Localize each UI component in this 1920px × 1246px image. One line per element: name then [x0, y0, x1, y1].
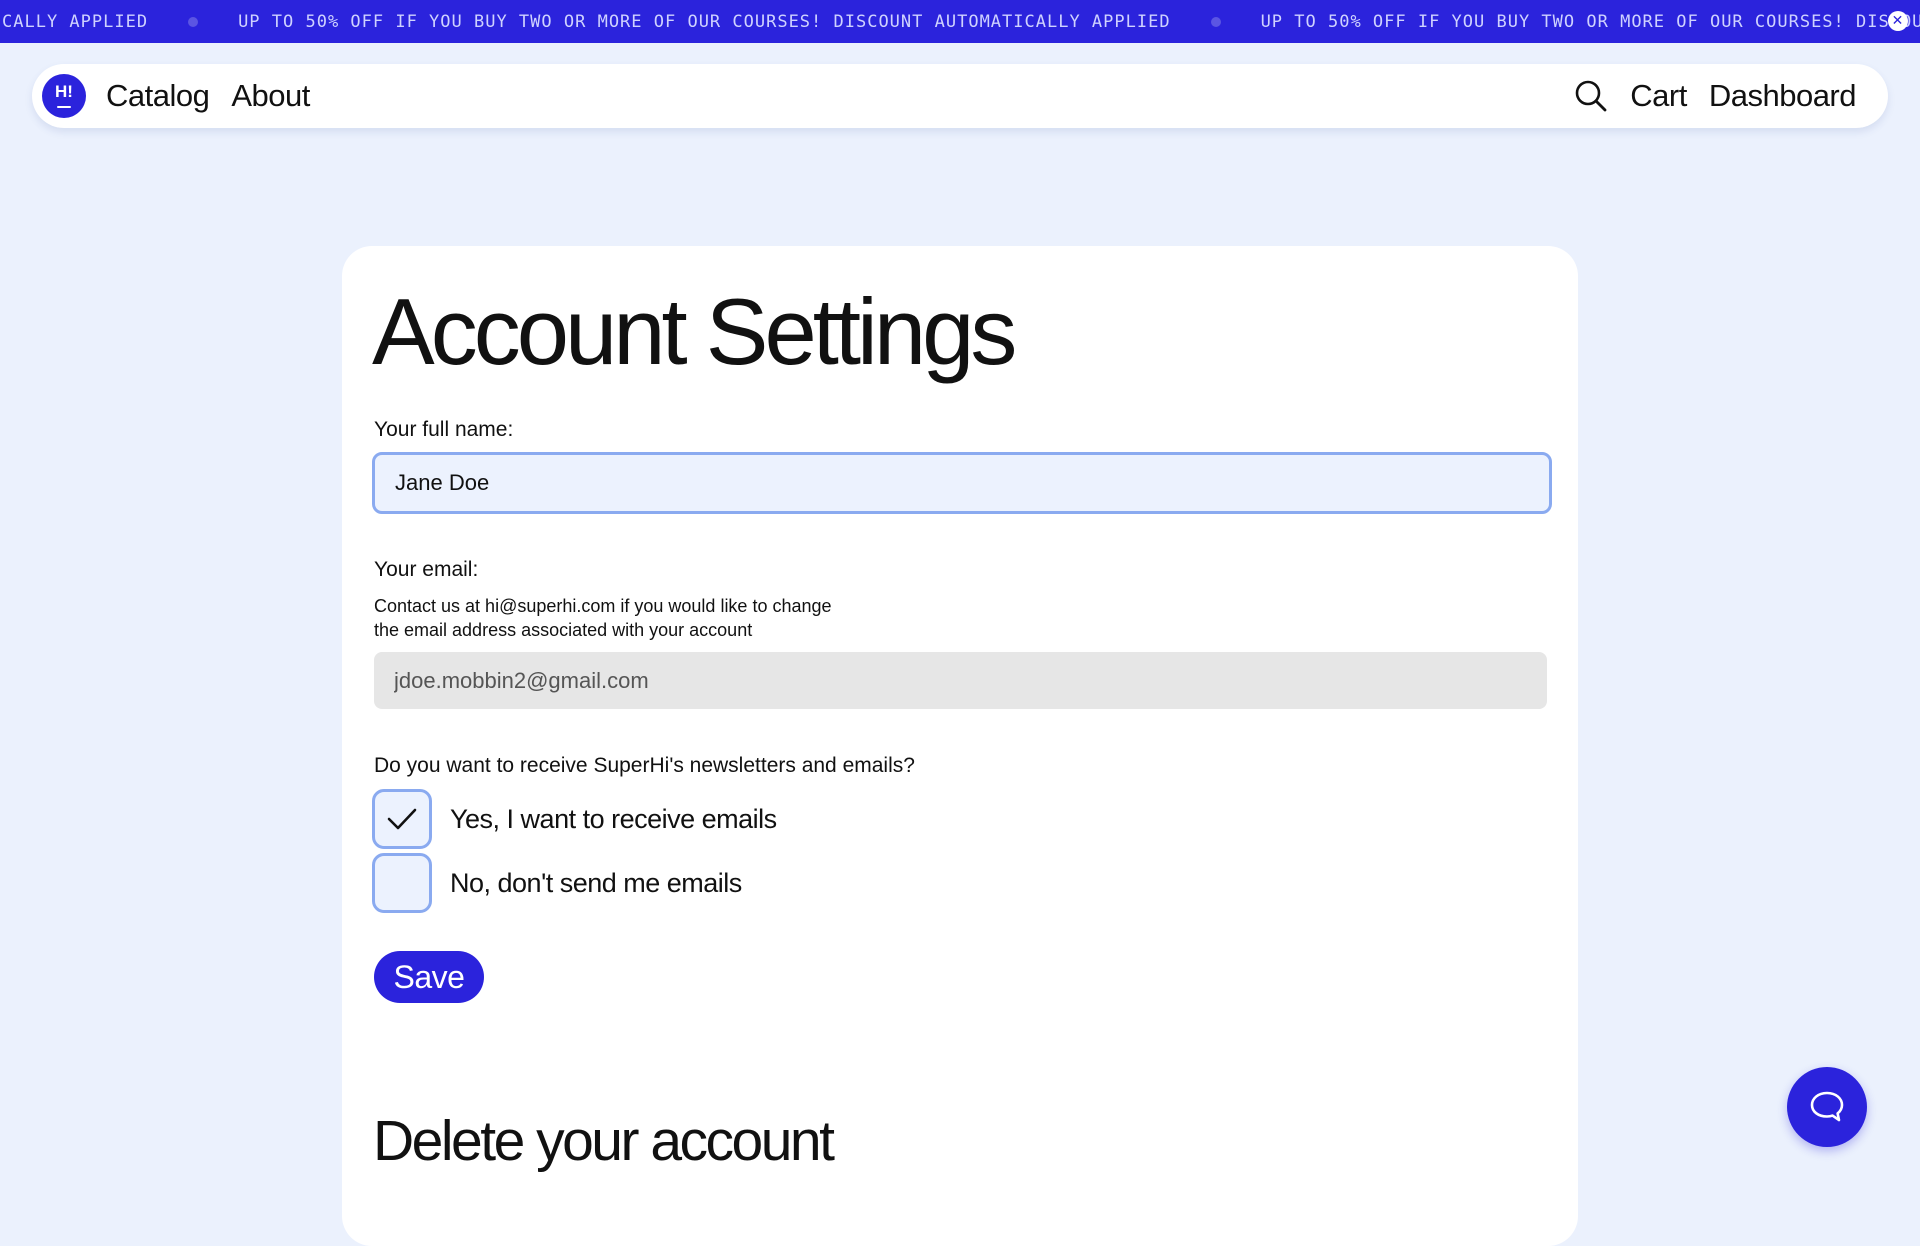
newsletter-yes-label: Yes, I want to receive emails — [450, 803, 777, 834]
promo-text: UP TO 50% OFF IF YOU BUY TWO OR MORE OF … — [1260, 12, 1920, 32]
promo-text: UP TO 50% OFF IF YOU BUY TWO OR MORE OF … — [238, 12, 1171, 32]
promo-text: CALLY APPLIED — [2, 12, 149, 32]
search-icon[interactable] — [1574, 79, 1608, 113]
logo-smile-icon — [57, 106, 71, 108]
newsletter-yes-option[interactable]: Yes, I want to receive emails — [372, 789, 777, 849]
account-settings-card: Account Settings Your full name: Your em… — [342, 246, 1578, 1246]
email-help-line: Contact us at hi@superhi.com if you woul… — [374, 596, 832, 616]
nav-about-link[interactable]: About — [231, 78, 310, 114]
newsletter-no-option[interactable]: No, don't send me emails — [372, 853, 742, 913]
email-field — [374, 652, 1547, 709]
nav-right-group: Cart Dashboard — [1574, 78, 1857, 114]
nav-catalog-link[interactable]: Catalog — [106, 78, 210, 114]
dot-separator-icon — [1210, 17, 1221, 27]
newsletter-no-label: No, don't send me emails — [450, 867, 742, 898]
newsletter-yes-checkbox[interactable] — [372, 789, 432, 849]
close-icon[interactable]: ✕ — [1888, 11, 1908, 31]
full-name-label: Your full name: — [374, 418, 514, 441]
email-help-text: Contact us at hi@superhi.com if you woul… — [374, 594, 832, 642]
chat-bubble-icon — [1810, 1091, 1844, 1122]
save-button[interactable]: Save — [374, 951, 484, 1003]
chat-launcher-button[interactable] — [1787, 1067, 1867, 1147]
logo-text: H! — [55, 82, 73, 101]
nav-dashboard-link[interactable]: Dashboard — [1709, 78, 1857, 114]
full-name-input[interactable] — [372, 452, 1552, 514]
checkmark-icon — [387, 808, 417, 830]
main-nav: H! Catalog About Cart Dashboard — [32, 64, 1888, 128]
email-label: Your email: — [374, 558, 479, 581]
page-title: Account Settings — [372, 279, 1017, 384]
newsletter-no-checkbox[interactable] — [372, 853, 432, 913]
nav-cart-link[interactable]: Cart — [1630, 78, 1687, 114]
newsletter-question: Do you want to receive SuperHi's newslet… — [374, 754, 915, 777]
promo-banner: CALLY APPLIED UP TO 50% OFF IF YOU BUY T… — [0, 0, 1920, 43]
email-help-line: the email address associated with your a… — [374, 620, 753, 640]
superhi-logo[interactable]: H! — [42, 74, 86, 118]
promo-marquee: CALLY APPLIED UP TO 50% OFF IF YOU BUY T… — [2, 12, 1920, 32]
delete-account-title: Delete your account — [373, 1109, 835, 1173]
dot-separator-icon — [188, 17, 199, 27]
